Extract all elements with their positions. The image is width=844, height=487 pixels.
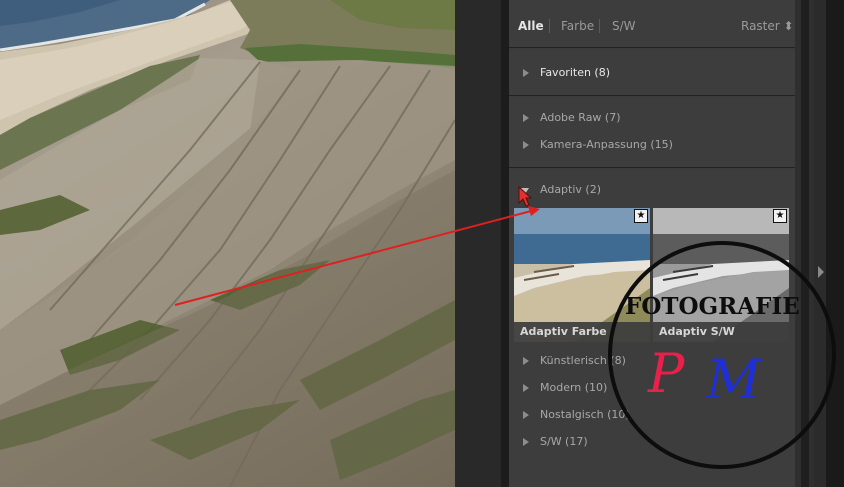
photo-preview [0,0,455,487]
group-label: Adaptiv (2) [540,183,601,196]
group-bw[interactable]: S/W (17) [509,433,795,453]
group-label: Favoriten (8) [540,66,611,79]
group-adobe-raw[interactable]: Adobe Raw (7) [509,109,795,129]
triangle-right-icon[interactable] [523,357,529,365]
group-label: Adobe Raw (7) [540,111,621,124]
collapse-panel-icon[interactable] [818,266,824,278]
right-panel-strip [814,0,844,487]
triangle-right-icon[interactable] [523,438,529,446]
star-badge-icon: ★ [773,209,787,223]
triangle-right-icon[interactable] [523,411,529,419]
panel-gutter [455,0,501,487]
raw-section: Adobe Raw (7) Kamera-Anpassung (15) [509,97,795,168]
watermark-text: FOTOGRAFIE [625,293,800,320]
star-badge-icon: ★ [634,209,648,223]
preset-filter-bar: Alle Farbe S/W Raster ⬍ [509,0,795,48]
group-label: Künstlerisch (8) [540,354,626,367]
panel-edge [501,0,509,487]
group-favorites[interactable]: Favoriten (8) [509,64,795,84]
triangle-right-icon[interactable] [523,114,529,122]
triangle-right-icon[interactable] [523,69,529,77]
scrollbar-thumb[interactable] [801,0,809,487]
thumbnail-caption: Adaptiv S/W [653,322,789,342]
group-adaptive[interactable]: Adaptiv (2) [509,181,795,201]
group-artistic[interactable]: Künstlerisch (8) [509,352,795,372]
triangle-right-icon[interactable] [523,141,529,149]
filter-all-tab[interactable]: Alle [518,19,544,33]
triangle-down-icon[interactable] [521,188,529,194]
preset-thumbnail-bw[interactable]: ★ Adaptiv S/W [653,208,789,342]
group-label: Modern (10) [540,381,608,394]
layout-dropdown[interactable]: Raster ⬍ [741,19,794,33]
group-nostalgic[interactable]: Nostalgisch (10) [509,406,795,426]
coastal-cliff-image [0,0,455,487]
filter-bw-tab[interactable]: S/W [612,19,636,33]
divider [599,19,600,33]
thumbnail-caption: Adaptiv Farbe [514,322,650,342]
preset-thumbnail-color[interactable]: ★ Adaptiv Farbe [514,208,650,342]
group-label: Kamera-Anpassung (15) [540,138,673,151]
favorites-section: Favoriten (8) [509,50,795,96]
group-camera-matching[interactable]: Kamera-Anpassung (15) [509,136,795,156]
group-label: Nostalgisch (10) [540,408,630,421]
divider [549,19,550,33]
triangle-right-icon[interactable] [523,384,529,392]
filter-color-tab[interactable]: Farbe [561,19,594,33]
group-label: S/W (17) [540,435,588,448]
group-modern[interactable]: Modern (10) [509,379,795,399]
